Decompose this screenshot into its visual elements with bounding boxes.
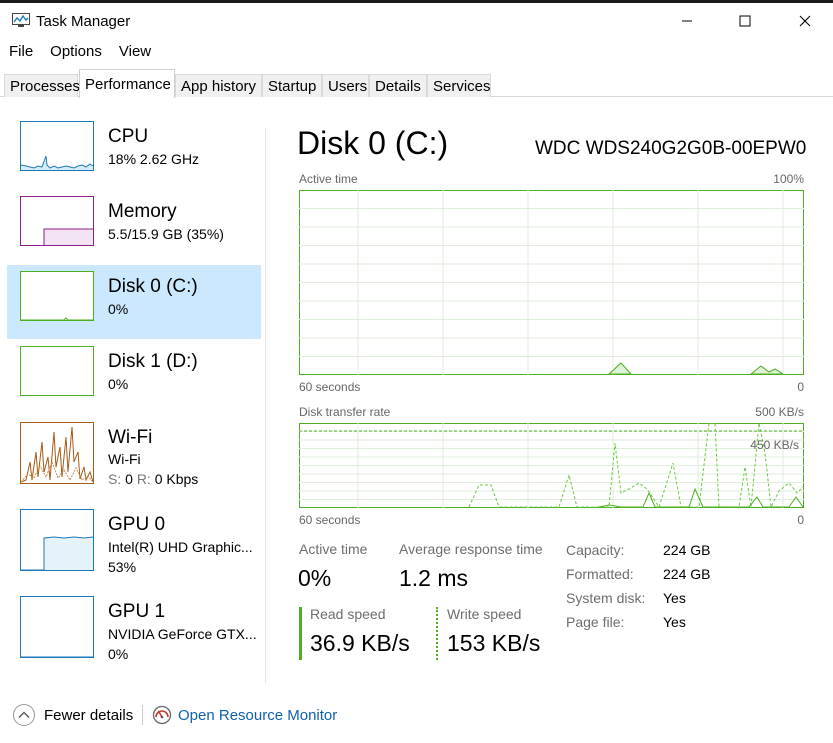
sidebar-divider [265, 128, 266, 683]
disk-1-thumbnail-graph [20, 346, 94, 396]
sidebar-detail-gpu-1: NVIDIA GeForce GTX... [108, 626, 257, 642]
close-icon [799, 15, 811, 27]
sidebar-label-gpu-0: GPU 0 [108, 514, 166, 535]
transfer-rate-graph-max: 500 KB/s [755, 405, 804, 419]
read-speed-label: Read speed [310, 606, 386, 622]
sidebar-label-disk-0: Disk 0 (C:) [108, 276, 198, 297]
sidebar-item-memory[interactable]: Memory 5.5/15.9 GB (35%) [7, 190, 261, 264]
system-disk-label: System disk: [566, 590, 646, 606]
cpu-thumbnail-graph [20, 121, 94, 171]
disk-0-thumbnail-graph [20, 271, 94, 321]
wifi-receive-value: 0 Kbps [154, 471, 199, 487]
sidebar-usage-gpu-0: 53% [108, 559, 137, 575]
sidebar-label-gpu-1: GPU 1 [108, 601, 166, 622]
formatted-value: 224 GB [663, 566, 711, 582]
transfer-rate-graph-min: 0 [797, 513, 804, 527]
open-resource-monitor-link[interactable]: Open Resource Monitor [152, 702, 337, 728]
sidebar-detail-memory: 5.5/15.9 GB (35%) [108, 226, 224, 242]
fewer-details-label: Fewer details [44, 706, 134, 724]
transfer-rate-graph-duration: 60 seconds [299, 513, 361, 527]
disk-heading: Disk 0 (C:) [297, 125, 449, 161]
sidebar-item-cpu[interactable]: CPU 18% 2.62 GHz [7, 115, 261, 189]
window-title: Task Manager [36, 13, 131, 30]
active-time-graph [299, 190, 804, 375]
task-manager-icon [12, 13, 30, 27]
wifi-receive-label: R: [136, 471, 151, 487]
active-time-graph-label: Active time [299, 172, 358, 186]
wifi-send-label: S: [108, 471, 122, 487]
fewer-details-button[interactable]: Fewer details [12, 702, 133, 728]
transfer-rate-graph-label: Disk transfer rate [299, 405, 391, 419]
sidebar-item-gpu-1[interactable]: GPU 1 NVIDIA GeForce GTX... 0% [7, 590, 261, 664]
sidebar-detail-wifi: Wi-Fi [108, 451, 141, 467]
resource-monitor-icon [152, 705, 172, 725]
write-speed-value: 153 KB/s [447, 630, 541, 656]
sidebar-usage-gpu-1: 0% [108, 646, 129, 662]
sidebar-item-wifi[interactable]: Wi-Fi Wi-Fi S: 0 R: 0 Kbps [7, 416, 261, 490]
close-button[interactable] [782, 3, 828, 39]
footer-separator [142, 705, 143, 725]
menu-bar: File Options View [0, 41, 159, 65]
sidebar-label-disk-1: Disk 1 (D:) [108, 351, 198, 372]
avg-response-value: 1.2 ms [399, 565, 469, 591]
active-time-graph-min: 0 [797, 380, 804, 394]
menu-options[interactable]: Options [41, 41, 110, 65]
tab-details[interactable]: Details [369, 74, 427, 97]
transfer-rate-graph [299, 423, 804, 508]
capacity-value: 224 GB [663, 542, 711, 558]
memory-thumbnail-graph [20, 196, 94, 246]
active-time-value: 0% [298, 565, 332, 591]
minimize-icon [682, 20, 692, 22]
sidebar-detail-disk-0: 0% [108, 301, 129, 317]
sidebar-item-gpu-0[interactable]: GPU 0 Intel(R) UHD Graphic... 53% [7, 503, 261, 577]
sidebar-detail-gpu-0: Intel(R) UHD Graphic... [108, 539, 253, 555]
title-bar[interactable]: Task Manager [0, 3, 833, 39]
page-file-value: Yes [663, 614, 686, 630]
task-manager-window: Task Manager File Options View Processes… [0, 3, 833, 743]
tab-app-history[interactable]: App history [175, 74, 262, 97]
sidebar-detail-cpu: 18% 2.62 GHz [108, 151, 200, 167]
avg-response-label: Average response time [399, 541, 543, 557]
sidebar-label-cpu: CPU [108, 126, 149, 147]
gpu-0-thumbnail-graph [20, 509, 94, 571]
tab-strip: Processes Performance App history Startu… [0, 67, 833, 98]
wifi-send-value: 0 [125, 471, 133, 487]
sidebar-throughput-wifi: S: 0 R: 0 Kbps [108, 471, 198, 487]
active-time-graph-duration: 60 seconds [299, 380, 361, 394]
tab-performance[interactable]: Performance [79, 69, 175, 98]
sidebar-label-memory: Memory [108, 201, 177, 222]
write-speed-label: Write speed [447, 606, 522, 622]
active-time-label: Active time [299, 541, 368, 557]
tab-users[interactable]: Users [322, 74, 369, 97]
read-speed-value: 36.9 KB/s [310, 630, 410, 656]
page-file-label: Page file: [566, 614, 625, 630]
formatted-label: Formatted: [566, 566, 634, 582]
open-resource-monitor-label: Open Resource Monitor [178, 706, 338, 724]
gpu-1-thumbnail-graph [20, 596, 94, 658]
transfer-rate-marker: 450 KB/s [750, 438, 799, 452]
active-time-graph-max: 100% [773, 172, 804, 186]
menu-view[interactable]: View [110, 41, 159, 65]
wifi-thumbnail-graph [20, 422, 94, 484]
maximize-button[interactable] [722, 3, 768, 39]
disk-model-name: WDC WDS240G2G0B-00EPW0 [535, 138, 807, 159]
sidebar-item-disk-0[interactable]: Disk 0 (C:) 0% [7, 265, 261, 339]
capacity-label: Capacity: [566, 542, 625, 558]
tab-startup[interactable]: Startup [262, 74, 322, 97]
system-disk-value: Yes [663, 590, 686, 606]
minimize-button[interactable] [664, 3, 710, 39]
tab-services[interactable]: Services [427, 74, 491, 97]
read-speed-indicator [299, 607, 302, 660]
tab-processes[interactable]: Processes [4, 74, 80, 97]
menu-file[interactable]: File [0, 41, 41, 65]
write-speed-indicator [436, 607, 438, 660]
maximize-icon [739, 15, 751, 27]
sidebar-detail-disk-1: 0% [108, 376, 129, 392]
sidebar-item-disk-1[interactable]: Disk 1 (D:) 0% [7, 340, 261, 414]
sidebar-label-wifi: Wi-Fi [108, 427, 153, 448]
chevron-up-icon [13, 704, 35, 726]
